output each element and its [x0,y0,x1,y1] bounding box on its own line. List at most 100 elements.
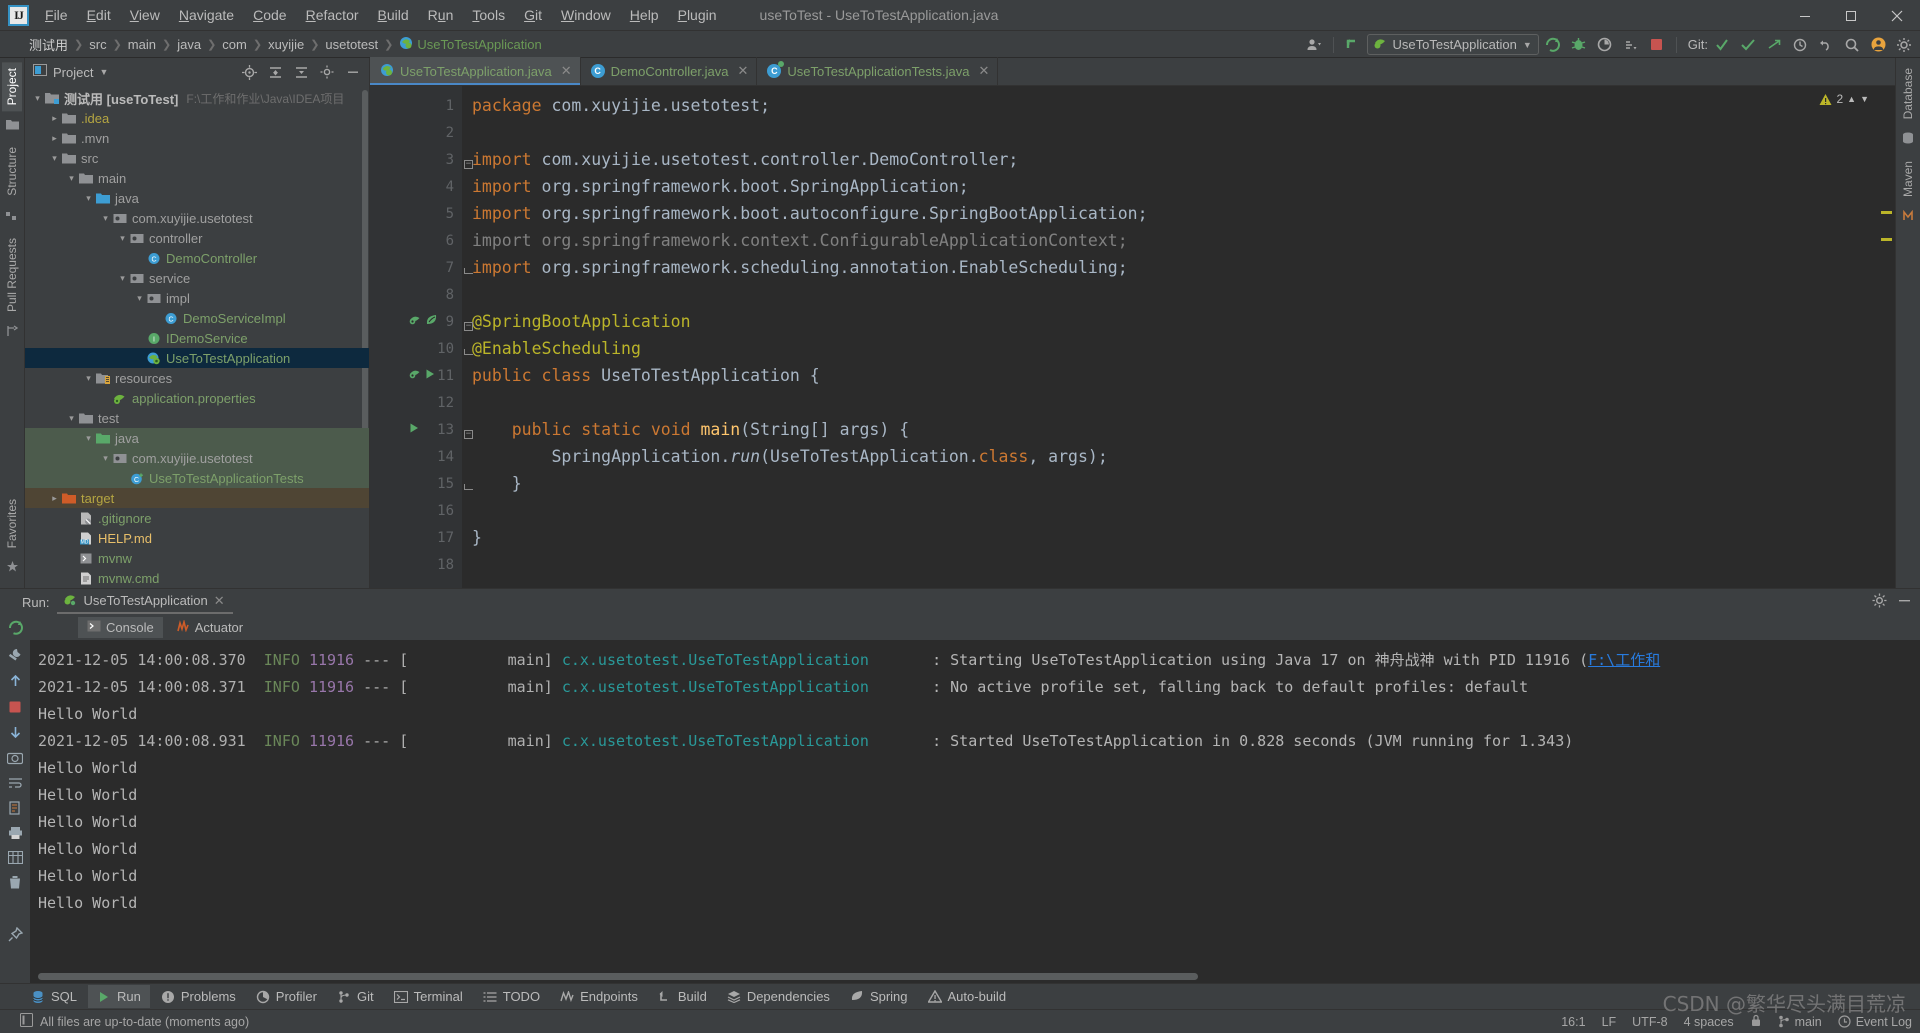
code-line-16[interactable] [462,497,1875,524]
rerun-icon[interactable] [7,619,24,641]
expand-all-icon[interactable] [263,61,287,83]
breadcrumb-item-1[interactable]: src [84,36,111,53]
menu-git[interactable]: Git [515,3,551,27]
tree-item-com-xuyijie-usetotest[interactable]: ▾com.xuyijie.usetotest [25,208,369,228]
menu-refactor[interactable]: Refactor [297,3,368,27]
bottom-tab-todo[interactable]: TODO [474,985,549,1008]
settings-icon[interactable] [1892,34,1916,56]
user-icon[interactable] [1302,34,1326,56]
chevron-down-icon[interactable]: ▾ [99,453,112,464]
inspection-widget[interactable]: 2 ▲ ▼ [1819,92,1869,106]
gutter-line-16[interactable]: 16 [370,497,462,524]
fold-collapse-icon[interactable]: − [464,430,473,439]
collapse-all-icon[interactable] [289,61,313,83]
close-tab-icon[interactable]: ✕ [737,63,748,79]
line-separator[interactable]: LF [1602,1015,1617,1029]
maximize-button[interactable] [1828,0,1874,31]
account-icon[interactable] [1866,34,1890,56]
tree-item-usetotestapplicationtests[interactable]: CUseToTestApplicationTests [25,468,369,488]
close-run-tab-icon[interactable]: ✕ [214,593,225,609]
gutter-line-9[interactable]: 9 [370,308,462,335]
chevron-down-icon[interactable]: ▾ [82,373,95,384]
tree-item-controller[interactable]: ▾controller [25,228,369,248]
editor-gutter[interactable]: 123456789101112131415161718 [370,86,462,588]
menu-plugin[interactable]: Plugin [669,3,726,27]
inspection-up-icon[interactable]: ▲ [1847,94,1856,104]
tab-actuator[interactable]: Actuator [167,617,252,638]
tree-item-test[interactable]: ▾test [25,408,369,428]
scroll-up-icon[interactable] [8,674,23,694]
code-line-4[interactable]: import org.springframework.boot.SpringAp… [462,173,1875,200]
bottom-tab-endpoints[interactable]: Endpoints [551,985,647,1008]
gutter-line-2[interactable]: 2 [370,119,462,146]
bean-icon[interactable] [408,367,422,385]
breadcrumb-item-4[interactable]: com [217,36,252,53]
menu-run[interactable]: Run [419,3,463,27]
bottom-tab-problems[interactable]: Problems [152,985,245,1008]
run-configuration-selector[interactable]: UseToTestApplication ▼ [1367,34,1539,55]
menu-help[interactable]: Help [621,3,668,27]
gutter-icons[interactable] [408,422,420,438]
tree-item-usetotest[interactable]: ▾测试用 [useToTest]F:\工作和作业\Java\IDEA项目 [25,88,369,108]
run-gutter-icon[interactable] [424,368,436,384]
gutter-line-1[interactable]: 1 [370,92,462,119]
locate-icon[interactable] [237,61,261,83]
console-horizontal-scrollbar[interactable] [38,973,1198,980]
code-line-17[interactable]: } [462,524,1875,551]
git-branch-indicator[interactable]: main [1778,1015,1822,1029]
tree-item-demoserviceimpl[interactable]: CDemoServiceImpl [25,308,369,328]
sidebar-item-favorites[interactable]: Favorites [2,493,22,554]
bottom-tab-build[interactable]: Build [649,985,716,1008]
gutter-line-4[interactable]: 4 [370,173,462,200]
undo-icon[interactable] [1814,34,1838,56]
sidebar-item-database[interactable]: Database [1898,62,1918,125]
code-line-15[interactable]: } [462,470,1875,497]
code-line-11[interactable]: public class UseToTestApplication { [462,362,1875,389]
file-encoding[interactable]: UTF-8 [1632,1015,1667,1029]
tree-item-java[interactable]: ▾java [25,188,369,208]
chevron-down-icon[interactable]: ▾ [116,273,129,284]
print-icon[interactable] [8,826,23,845]
code-editor[interactable]: 123456789101112131415161718 package com.… [370,86,1895,588]
pin-icon[interactable] [8,927,23,947]
fold-collapse-icon[interactable]: − [464,322,473,331]
sidebar-item-structure[interactable]: Structure [2,141,22,202]
close-button[interactable] [1874,0,1920,31]
bottom-tab-terminal[interactable]: Terminal [385,985,472,1008]
git-commit-icon[interactable] [1736,34,1760,56]
gutter-line-10[interactable]: 10 [370,335,462,362]
run-window-tab[interactable]: UseToTestApplication ✕ [57,590,232,614]
chevron-right-icon[interactable]: ▸ [48,113,61,124]
code-line-7[interactable]: import org.springframework.scheduling.an… [462,254,1875,281]
breadcrumb-item-6[interactable]: usetotest [320,36,383,53]
chevron-down-icon[interactable]: ▾ [31,93,44,104]
log-file-link[interactable]: F:\工作和 [1588,649,1660,670]
sidebar-item-pull-requests[interactable]: Pull Requests [2,232,22,318]
code-line-14[interactable]: SpringApplication.run(UseToTestApplicati… [462,443,1875,470]
tree-item-main[interactable]: ▾main [25,168,369,188]
tree-item-mvn[interactable]: ▸.mvn [25,128,369,148]
bottom-tab-run[interactable]: Run [88,985,150,1008]
run-gutter-icon[interactable] [408,422,420,438]
tree-item-java[interactable]: ▾java [25,428,369,448]
breadcrumb-item-3[interactable]: java [172,36,206,53]
search-icon[interactable] [1840,34,1864,56]
bottom-tab-profiler[interactable]: Profiler [247,985,326,1008]
code-line-5[interactable]: import org.springframework.boot.autoconf… [462,200,1875,227]
tree-item-target[interactable]: ▸target [25,488,369,508]
bean-icon[interactable] [408,313,422,331]
event-log-button[interactable]: Event Log [1838,1015,1912,1029]
gutter-line-17[interactable]: 17 [370,524,462,551]
code-line-18[interactable] [462,551,1875,578]
sidebar-item-project[interactable]: Project [2,62,22,111]
tree-item-usetotestapplication[interactable]: UseToTestApplication [25,348,369,368]
chevron-down-icon[interactable]: ▾ [65,413,78,424]
tree-item-application-properties[interactable]: application.properties [25,388,369,408]
trash-icon[interactable] [8,875,22,895]
gutter-line-3[interactable]: 3 [370,146,462,173]
tree-item-gitignore[interactable]: .gitignore [25,508,369,528]
gutter-line-5[interactable]: 5 [370,200,462,227]
more-run-options-icon[interactable] [1619,34,1643,56]
menu-tools[interactable]: Tools [463,3,514,27]
export-icon[interactable] [8,801,23,820]
